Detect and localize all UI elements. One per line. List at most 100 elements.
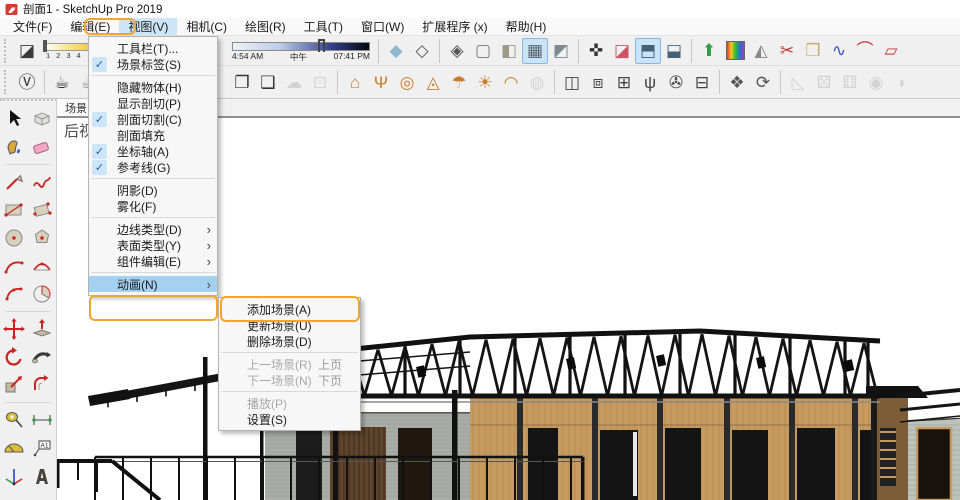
light-cone-icon[interactable]: ◬ bbox=[420, 69, 446, 95]
align-shapes-icon[interactable]: ❖ bbox=[724, 69, 750, 95]
view-menu-item-scene-tabs[interactable]: ✓场景标签(S) bbox=[89, 56, 217, 72]
cut-icon[interactable]: ✂ bbox=[774, 38, 800, 64]
check-placeholder bbox=[92, 277, 107, 292]
anim-menu-item-settings[interactable]: 设置(S) bbox=[219, 411, 360, 427]
shadow-time-slider[interactable]: 4:54 AM中午07:41 PM bbox=[230, 38, 372, 64]
rotate-tool[interactable] bbox=[2, 345, 27, 370]
menubar-item-draw[interactable]: 绘图(R) bbox=[236, 18, 295, 35]
view-menu-item-guides[interactable]: ✓参考线(G) bbox=[89, 159, 217, 175]
rotated-rectangle-tool[interactable] bbox=[30, 198, 55, 223]
light-dome-icon[interactable]: ◠ bbox=[498, 69, 524, 95]
style-wireframe-icon[interactable]: ◈ bbox=[444, 38, 470, 64]
view-menu-item-hidden-geometry[interactable]: 隐藏物体(H) bbox=[89, 79, 217, 95]
style-back-edges-icon[interactable]: ◇ bbox=[409, 38, 435, 64]
menubar-item-extensions[interactable]: 扩展程序 (x) bbox=[413, 18, 496, 35]
pie-tool[interactable] bbox=[30, 282, 55, 307]
two-point-arc-tool[interactable] bbox=[30, 254, 55, 279]
menubar-item-file[interactable]: 文件(F) bbox=[4, 18, 61, 35]
menubar-item-help[interactable]: 帮助(H) bbox=[497, 18, 556, 35]
text-tool[interactable]: A1 bbox=[30, 436, 55, 461]
style-hidden-line-icon[interactable]: ▢ bbox=[470, 38, 496, 64]
polygon-tool[interactable] bbox=[30, 226, 55, 251]
arrow-up-icon[interactable]: ⬆ bbox=[696, 38, 722, 64]
style-monochrome-icon[interactable]: ◩ bbox=[548, 38, 574, 64]
view-menu-item-section-planes[interactable]: 显示剖切(P) bbox=[89, 95, 217, 111]
view-menu-item-toolbars[interactable]: 工具栏(T)... bbox=[89, 40, 217, 56]
trapezoid-icon[interactable]: ▱ bbox=[878, 38, 904, 64]
window-frame-icon[interactable]: ❐ bbox=[229, 69, 255, 95]
style-textured-icon[interactable]: ▦ bbox=[522, 38, 548, 64]
box-export-icon[interactable]: ⧈ bbox=[585, 69, 611, 95]
menubar-item-view[interactable]: 视图(V) bbox=[119, 18, 177, 35]
menubar-item-edit[interactable]: 编辑(E) bbox=[61, 18, 119, 35]
view-menu-item-face-style[interactable]: 表面类型(Y)› bbox=[89, 237, 217, 253]
circle-tool[interactable] bbox=[2, 226, 27, 251]
anim-menu-item-delete-scene[interactable]: 删除场景(D) bbox=[219, 333, 360, 349]
dimension-tool[interactable] bbox=[30, 408, 55, 433]
light-glass-icon[interactable]: Ψ bbox=[368, 69, 394, 95]
follow-me-tool[interactable] bbox=[30, 345, 55, 370]
view-menu-item-animation[interactable]: 动画(N)› bbox=[89, 276, 217, 292]
anim-menu-item-next-scene: 下一场景(N)下页 bbox=[219, 372, 360, 388]
select-tool[interactable] bbox=[2, 107, 27, 132]
style-shaded-icon[interactable]: ◧ bbox=[496, 38, 522, 64]
view-menu-item-section-fill[interactable]: 剖面填充 bbox=[89, 127, 217, 143]
light-sun-icon[interactable]: ☀ bbox=[472, 69, 498, 95]
push-pull-tool[interactable] bbox=[30, 317, 55, 342]
grass-icon[interactable]: ψ bbox=[637, 69, 663, 95]
toolbar-grip[interactable] bbox=[4, 70, 11, 94]
light-umbrella-icon[interactable]: ☂ bbox=[446, 69, 472, 95]
rotate-copy-icon[interactable]: ⟳ bbox=[750, 69, 776, 95]
grid-window-icon[interactable]: ⊟ bbox=[689, 69, 715, 95]
toolbar-grip[interactable] bbox=[4, 39, 11, 63]
view-menu-item-axes[interactable]: ✓坐标轴(A) bbox=[89, 143, 217, 159]
check-placeholder bbox=[222, 412, 237, 427]
box-import-icon[interactable]: ⊞ bbox=[611, 69, 637, 95]
section-display-icon[interactable]: ◪ bbox=[609, 38, 635, 64]
leaf-icon[interactable]: ✇ bbox=[663, 69, 689, 95]
curve-icon[interactable]: ∿ bbox=[826, 38, 852, 64]
move-tool[interactable] bbox=[2, 317, 27, 342]
view-menu-item-section-cuts[interactable]: ✓剖面切割(C) bbox=[89, 111, 217, 127]
easel-icon[interactable]: ◫ bbox=[559, 69, 585, 95]
menubar-item-tools[interactable]: 工具(T) bbox=[295, 18, 352, 35]
arc-red-icon[interactable]: ⌒ bbox=[852, 38, 878, 64]
paint-bucket-tool[interactable] bbox=[2, 135, 27, 160]
eraser-tool[interactable] bbox=[30, 135, 55, 160]
three-point-arc-tool[interactable] bbox=[2, 282, 27, 307]
rectangle-tool[interactable] bbox=[2, 198, 27, 223]
menu-item-label: 场景标签(S) bbox=[107, 56, 211, 73]
teapot-solid-icon[interactable]: ☕ bbox=[49, 69, 75, 95]
view-menu-item-shadows[interactable]: 阴影(D) bbox=[89, 182, 217, 198]
3d-text-tool[interactable] bbox=[30, 464, 55, 489]
section-plane-icon[interactable]: ✜ bbox=[583, 38, 609, 64]
shadow-toggle-icon[interactable]: ◪ bbox=[14, 38, 40, 64]
arc-tool[interactable] bbox=[2, 254, 27, 279]
window-render-icon[interactable]: ❑ bbox=[255, 69, 281, 95]
style-xray-icon[interactable]: ◆ bbox=[383, 38, 409, 64]
menu-item-label: 动画(N) bbox=[107, 276, 201, 293]
line-tool[interactable] bbox=[2, 170, 27, 195]
view-menu-item-edge-style[interactable]: 边线类型(D)› bbox=[89, 221, 217, 237]
tape-measure-tool[interactable] bbox=[2, 408, 27, 433]
anim-menu-item-add-scene[interactable]: 添加场景(A) bbox=[219, 301, 360, 317]
section-cuts-icon[interactable]: ⬒ bbox=[635, 38, 661, 64]
light-house-icon[interactable]: ⌂ bbox=[342, 69, 368, 95]
scale-tool[interactable] bbox=[2, 373, 27, 398]
mirror-icon[interactable]: ◭ bbox=[748, 38, 774, 64]
offset-tool[interactable] bbox=[30, 373, 55, 398]
box-icon[interactable]: ❒ bbox=[800, 38, 826, 64]
menubar-item-window[interactable]: 窗口(W) bbox=[352, 18, 413, 35]
freehand-tool[interactable] bbox=[30, 170, 55, 195]
palette-icon[interactable] bbox=[722, 38, 748, 64]
view-menu-item-fog[interactable]: 雾化(F) bbox=[89, 198, 217, 214]
axes-tool[interactable] bbox=[2, 464, 27, 489]
circle-v-icon[interactable]: Ⓥ bbox=[14, 69, 40, 95]
section-fill-icon[interactable]: ⬓ bbox=[661, 38, 687, 64]
anim-menu-item-update-scene[interactable]: 更新场景(U) bbox=[219, 317, 360, 333]
menubar-item-camera[interactable]: 相机(C) bbox=[177, 18, 236, 35]
view-menu-item-component-edit[interactable]: 组件编辑(E)› bbox=[89, 253, 217, 269]
light-ring-icon[interactable]: ◎ bbox=[394, 69, 420, 95]
protractor-tool[interactable] bbox=[2, 436, 27, 461]
component-tool[interactable] bbox=[30, 107, 55, 132]
